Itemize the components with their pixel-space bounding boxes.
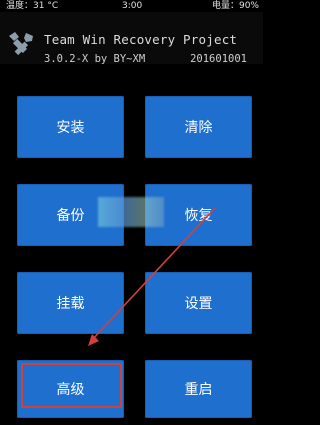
install-button[interactable]: 安装 bbox=[17, 96, 124, 158]
temperature-readout: 温度：31 °C bbox=[6, 1, 59, 11]
app-header: Team Win Recovery Project 3.0.2-X by BY~… bbox=[0, 12, 263, 65]
advanced-button[interactable]: 高级 bbox=[17, 360, 124, 418]
clock: 3:00 bbox=[122, 1, 143, 11]
backup-button[interactable]: 备份 bbox=[17, 184, 124, 246]
reboot-button[interactable]: 重启 bbox=[145, 360, 252, 418]
app-title: Team Win Recovery Project bbox=[44, 32, 238, 47]
settings-button[interactable]: 设置 bbox=[145, 272, 252, 334]
twrp-logo-icon bbox=[9, 32, 33, 56]
mount-button[interactable]: 挂载 bbox=[17, 272, 124, 334]
restore-button[interactable]: 恢复 bbox=[145, 184, 252, 246]
status-bar: 温度：31 °C 3:00 电量：90% bbox=[0, 0, 263, 12]
wipe-button[interactable]: 清除 bbox=[145, 96, 252, 158]
battery-readout: 电量：90% bbox=[211, 1, 259, 11]
